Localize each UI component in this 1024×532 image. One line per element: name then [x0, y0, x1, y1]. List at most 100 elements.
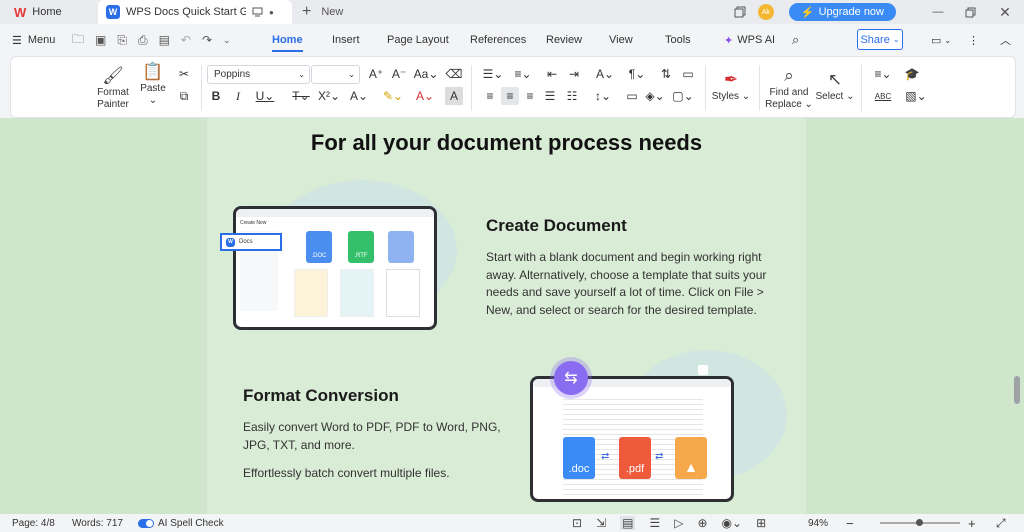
align-right-icon[interactable]: ≡	[521, 87, 539, 105]
tab-page-layout[interactable]: Page Layout	[387, 24, 449, 56]
window-restore-icon[interactable]	[727, 6, 753, 18]
chevron-down-icon[interactable]: ⌄	[223, 35, 231, 46]
redo-icon[interactable]: ↷	[202, 33, 212, 47]
italic-icon[interactable]: I	[229, 87, 247, 105]
decrease-indent-icon[interactable]: ⇤	[543, 65, 561, 83]
print-icon[interactable]: ⎙	[138, 33, 148, 48]
numbered-list-icon[interactable]: ≡⌄	[511, 65, 535, 83]
copy-icon[interactable]: ⧉	[175, 87, 193, 105]
page-view-icon[interactable]: ▤	[620, 516, 636, 530]
superscript-icon[interactable]: X²⌄	[317, 87, 341, 105]
open-folder-icon[interactable]: 🗀	[72, 30, 84, 51]
play-icon[interactable]: ▷	[674, 516, 683, 530]
font-color-icon[interactable]: A⌄	[413, 87, 437, 105]
image-file-icon: ▲	[675, 437, 707, 479]
cut-icon[interactable]: ✂	[175, 65, 193, 83]
increase-indent-icon[interactable]: ⇥	[565, 65, 583, 83]
word-count[interactable]: Words: 717	[72, 514, 123, 532]
highlight-icon[interactable]: ✎⌄	[381, 87, 405, 105]
zoom-out-icon[interactable]: −	[846, 514, 854, 532]
find-replace-button[interactable]: ⌕ Find and Replace ⌄	[765, 63, 813, 115]
document-page[interactable]: For all your document process needs Crea…	[207, 118, 806, 514]
text-effect-icon[interactable]: A⌄	[347, 87, 371, 105]
align-left-icon[interactable]: ≡	[481, 87, 499, 105]
focus-mode-icon[interactable]: ⊡	[572, 516, 582, 530]
tab-home[interactable]: Home	[272, 24, 303, 56]
minimize-icon[interactable]: —	[922, 6, 954, 18]
tab-view[interactable]: View	[609, 24, 633, 56]
menu-button[interactable]: ☰ Menu	[12, 24, 55, 56]
print-preview-icon[interactable]: ▤	[159, 33, 170, 47]
border-icon[interactable]: ▢⌄	[671, 87, 695, 105]
clear-format-icon[interactable]: ⌫	[445, 65, 463, 83]
chinese-layout-icon[interactable]: A⌄	[593, 65, 617, 83]
strikethrough-icon[interactable]: T⌄	[289, 87, 313, 105]
page-count[interactable]: Page: 4/8	[12, 514, 55, 532]
bold-icon[interactable]: B	[207, 87, 225, 105]
bullet-list-icon[interactable]: ☰⌄	[481, 65, 505, 83]
hamburger-icon: ☰	[12, 34, 22, 47]
styles-button[interactable]: ✒ Styles ⌄	[711, 65, 751, 109]
search-icon[interactable]: ⌕	[792, 24, 799, 56]
close-icon[interactable]: ✕	[986, 4, 1024, 21]
share-button[interactable]: Share ⌄	[857, 29, 903, 50]
tab-home[interactable]: W Home	[8, 0, 96, 24]
sort-icon[interactable]: ⇅	[657, 65, 675, 83]
eye-protection-icon[interactable]: ◉⌄	[722, 516, 743, 530]
lightning-icon: ⚡	[800, 6, 815, 19]
vertical-scrollbar[interactable]	[1014, 376, 1020, 404]
line-spacing-icon[interactable]: ↕⌄	[591, 87, 615, 105]
tab-references[interactable]: References	[470, 24, 526, 56]
fit-page-icon[interactable]: ⊞	[756, 516, 766, 530]
paste-button[interactable]: 📋 Paste ⌄	[135, 63, 171, 107]
new-tab-button[interactable]: + New	[302, 0, 343, 24]
decrease-font-icon[interactable]: A⁻	[390, 65, 408, 83]
outline-view-icon[interactable]: ☰	[649, 516, 660, 530]
font-name-select[interactable]: Poppins ⌄	[207, 65, 310, 84]
selection-pane-icon[interactable]: ▧⌄	[903, 87, 929, 105]
text-tools-icon[interactable]: ≡⌄	[871, 65, 895, 83]
comment-button[interactable]: ▭ ⌄	[931, 24, 951, 56]
distribute-icon[interactable]: ☷	[563, 87, 581, 105]
fullscreen-icon[interactable]: ⤢	[996, 514, 1006, 532]
wps-ai-button[interactable]: ✦ WPS AI	[724, 24, 775, 56]
show-marks-icon[interactable]: ¶⌄	[625, 65, 649, 83]
shading-icon[interactable]: ◈⌄	[643, 87, 667, 105]
monitor-icon[interactable]	[252, 7, 263, 17]
zoom-slider-handle[interactable]	[916, 519, 923, 526]
more-icon[interactable]: ⋮	[968, 24, 979, 56]
education-icon[interactable]: 🎓	[903, 65, 921, 83]
font-size-select[interactable]: ⌄	[311, 65, 360, 84]
tab-insert[interactable]: Insert	[332, 24, 360, 56]
text-direction-icon[interactable]: ▭	[623, 87, 641, 105]
character-shading-icon[interactable]: A	[445, 87, 463, 105]
collapse-ribbon-icon[interactable]: ︿	[1000, 24, 1011, 56]
save-icon[interactable]: ▣	[95, 33, 106, 47]
zoom-in-icon[interactable]: +	[968, 514, 976, 532]
clipboard-icon: 📋	[142, 62, 164, 81]
sparkle-icon: ✦	[724, 34, 734, 47]
justify-icon[interactable]: ☰	[541, 87, 559, 105]
upgrade-button[interactable]: ⚡ Upgrade now	[788, 3, 896, 21]
zoom-level[interactable]: 94%	[808, 514, 828, 532]
avatar-button[interactable]: Ak	[753, 4, 779, 20]
borders-icon[interactable]: ▭	[679, 65, 697, 83]
unsaved-dot-icon[interactable]: ●	[269, 8, 274, 17]
separator	[471, 65, 472, 111]
tab-review[interactable]: Review	[546, 24, 582, 56]
export-icon[interactable]: ⎘	[117, 33, 127, 48]
format-painter-button[interactable]: 🖌 Format Painter	[93, 63, 133, 115]
tab-document[interactable]: W WPS Docs Quick Start Guide.d ●	[98, 0, 292, 24]
select-button[interactable]: ↖ Select ⌄	[815, 65, 855, 109]
align-center-icon[interactable]: ≡	[501, 87, 519, 105]
increase-font-icon[interactable]: A⁺	[367, 65, 385, 83]
change-case-icon[interactable]: Aa⌄	[414, 65, 439, 83]
web-layout-icon[interactable]: ⊕	[697, 516, 707, 530]
undo-icon[interactable]: ↶	[181, 33, 191, 47]
reading-mode-icon[interactable]: ⇲	[596, 516, 606, 530]
maximize-icon[interactable]	[954, 7, 986, 18]
ai-spell-check-toggle[interactable]: AI Spell Check	[138, 514, 224, 532]
tab-tools[interactable]: Tools	[665, 24, 691, 56]
underline-icon[interactable]: U⌄	[253, 87, 277, 105]
spell-check-icon[interactable]: ABC	[871, 87, 895, 105]
